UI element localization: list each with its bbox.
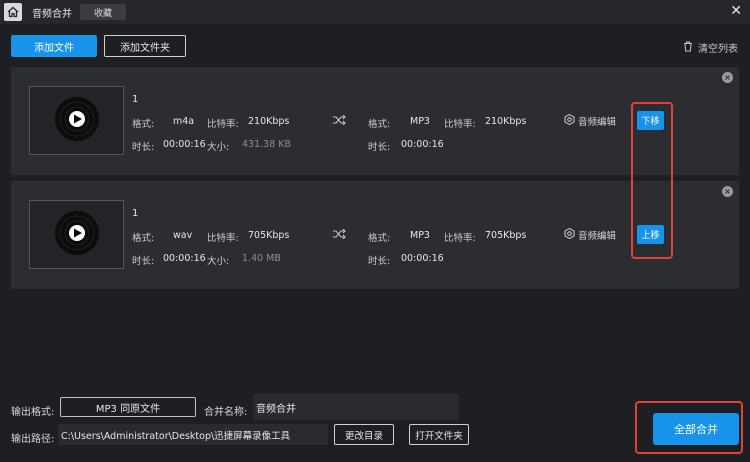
clear-list-button[interactable]: 清空列表: [683, 40, 738, 55]
file-row: 1 格式: m4a 比特率: 210Kbps 时长: 00:00:16 大小: …: [11, 67, 739, 175]
add-file-button[interactable]: 添加文件: [11, 35, 97, 57]
output-path-label: 输出路径:: [11, 434, 55, 445]
file-size: 431.38 KB: [242, 139, 292, 150]
open-folder-button[interactable]: 打开文件夹: [409, 424, 469, 445]
source-duration: 00:00:16: [163, 253, 206, 264]
close-icon[interactable]: ✕: [730, 4, 742, 18]
app-title: 音频合并: [32, 9, 72, 20]
output-duration: 00:00:16: [401, 253, 444, 264]
output-duration-label: 时长:: [368, 142, 391, 153]
source-format: m4a: [173, 116, 195, 127]
file-row: 1 格式: wav 比特率: 705Kbps 时长: 00:00:16 大小: …: [11, 181, 739, 289]
source-bitrate: 210Kbps: [248, 116, 290, 127]
output-bitrate: 210Kbps: [485, 116, 527, 127]
size-label: 大小:: [207, 142, 230, 153]
output-format: MP3: [410, 116, 430, 127]
output-bitrate-label: 比特率:: [444, 233, 476, 244]
home-icon[interactable]: [4, 3, 22, 21]
file-name: 1: [132, 94, 139, 105]
bitrate-label: 比特率:: [207, 233, 239, 244]
output-format-label: 输出格式:: [11, 407, 55, 418]
audio-edit-button[interactable]: 音频编辑: [564, 227, 617, 242]
duration-label: 时长:: [132, 142, 155, 153]
source-format: wav: [173, 230, 193, 241]
source-bitrate: 705Kbps: [248, 230, 290, 241]
output-bitrate-label: 比特率:: [444, 119, 476, 130]
audio-thumbnail: [29, 200, 124, 269]
format-label: 格式:: [132, 119, 155, 130]
source-duration: 00:00:16: [163, 139, 206, 150]
output-path-field[interactable]: C:\Users\Administrator\Desktop\迅捷屏幕录像工具: [58, 424, 328, 445]
change-directory-button[interactable]: 更改目录: [334, 424, 394, 445]
title-bar: 音频合并 收藏 ✕: [0, 0, 750, 24]
audio-thumbnail: [29, 86, 124, 155]
shuffle-icon: [333, 228, 346, 242]
size-label: 大小:: [207, 256, 230, 267]
merge-name-label: 合并名称:: [204, 407, 248, 418]
move-down-button[interactable]: 下移: [637, 111, 664, 130]
merge-name-input[interactable]: 音频合并: [253, 394, 459, 420]
settings-icon: [564, 227, 575, 242]
add-folder-button[interactable]: 添加文件夹: [104, 35, 186, 57]
music-disc-icon: [54, 96, 100, 145]
output-format-label: 格式:: [368, 119, 391, 130]
file-size: 1.40 MB: [242, 253, 281, 264]
file-name: 1: [132, 208, 139, 219]
settings-icon: [564, 113, 575, 128]
favorite-button[interactable]: 收藏: [80, 4, 126, 20]
shuffle-icon: [333, 114, 346, 128]
output-format-label: 格式:: [368, 233, 391, 244]
output-format-select[interactable]: MP3 同原文件: [60, 397, 196, 417]
audio-edit-label: 音频编辑: [578, 231, 617, 242]
bitrate-label: 比特率:: [207, 119, 239, 130]
output-bitrate: 705Kbps: [485, 230, 527, 241]
trash-icon: [683, 41, 693, 55]
clear-list-label: 清空列表: [698, 44, 738, 55]
audio-edit-label: 音频编辑: [578, 117, 617, 128]
move-up-button[interactable]: 上移: [637, 225, 664, 244]
format-label: 格式:: [132, 233, 155, 244]
output-duration-label: 时长:: [368, 256, 391, 267]
close-icon[interactable]: ×: [722, 72, 733, 83]
audio-edit-button[interactable]: 音频编辑: [564, 113, 617, 128]
merge-all-button[interactable]: 全部合并: [653, 413, 739, 445]
close-icon[interactable]: ×: [722, 186, 733, 197]
duration-label: 时长:: [132, 256, 155, 267]
output-format: MP3: [410, 230, 430, 241]
output-duration: 00:00:16: [401, 139, 444, 150]
music-disc-icon: [54, 210, 100, 259]
